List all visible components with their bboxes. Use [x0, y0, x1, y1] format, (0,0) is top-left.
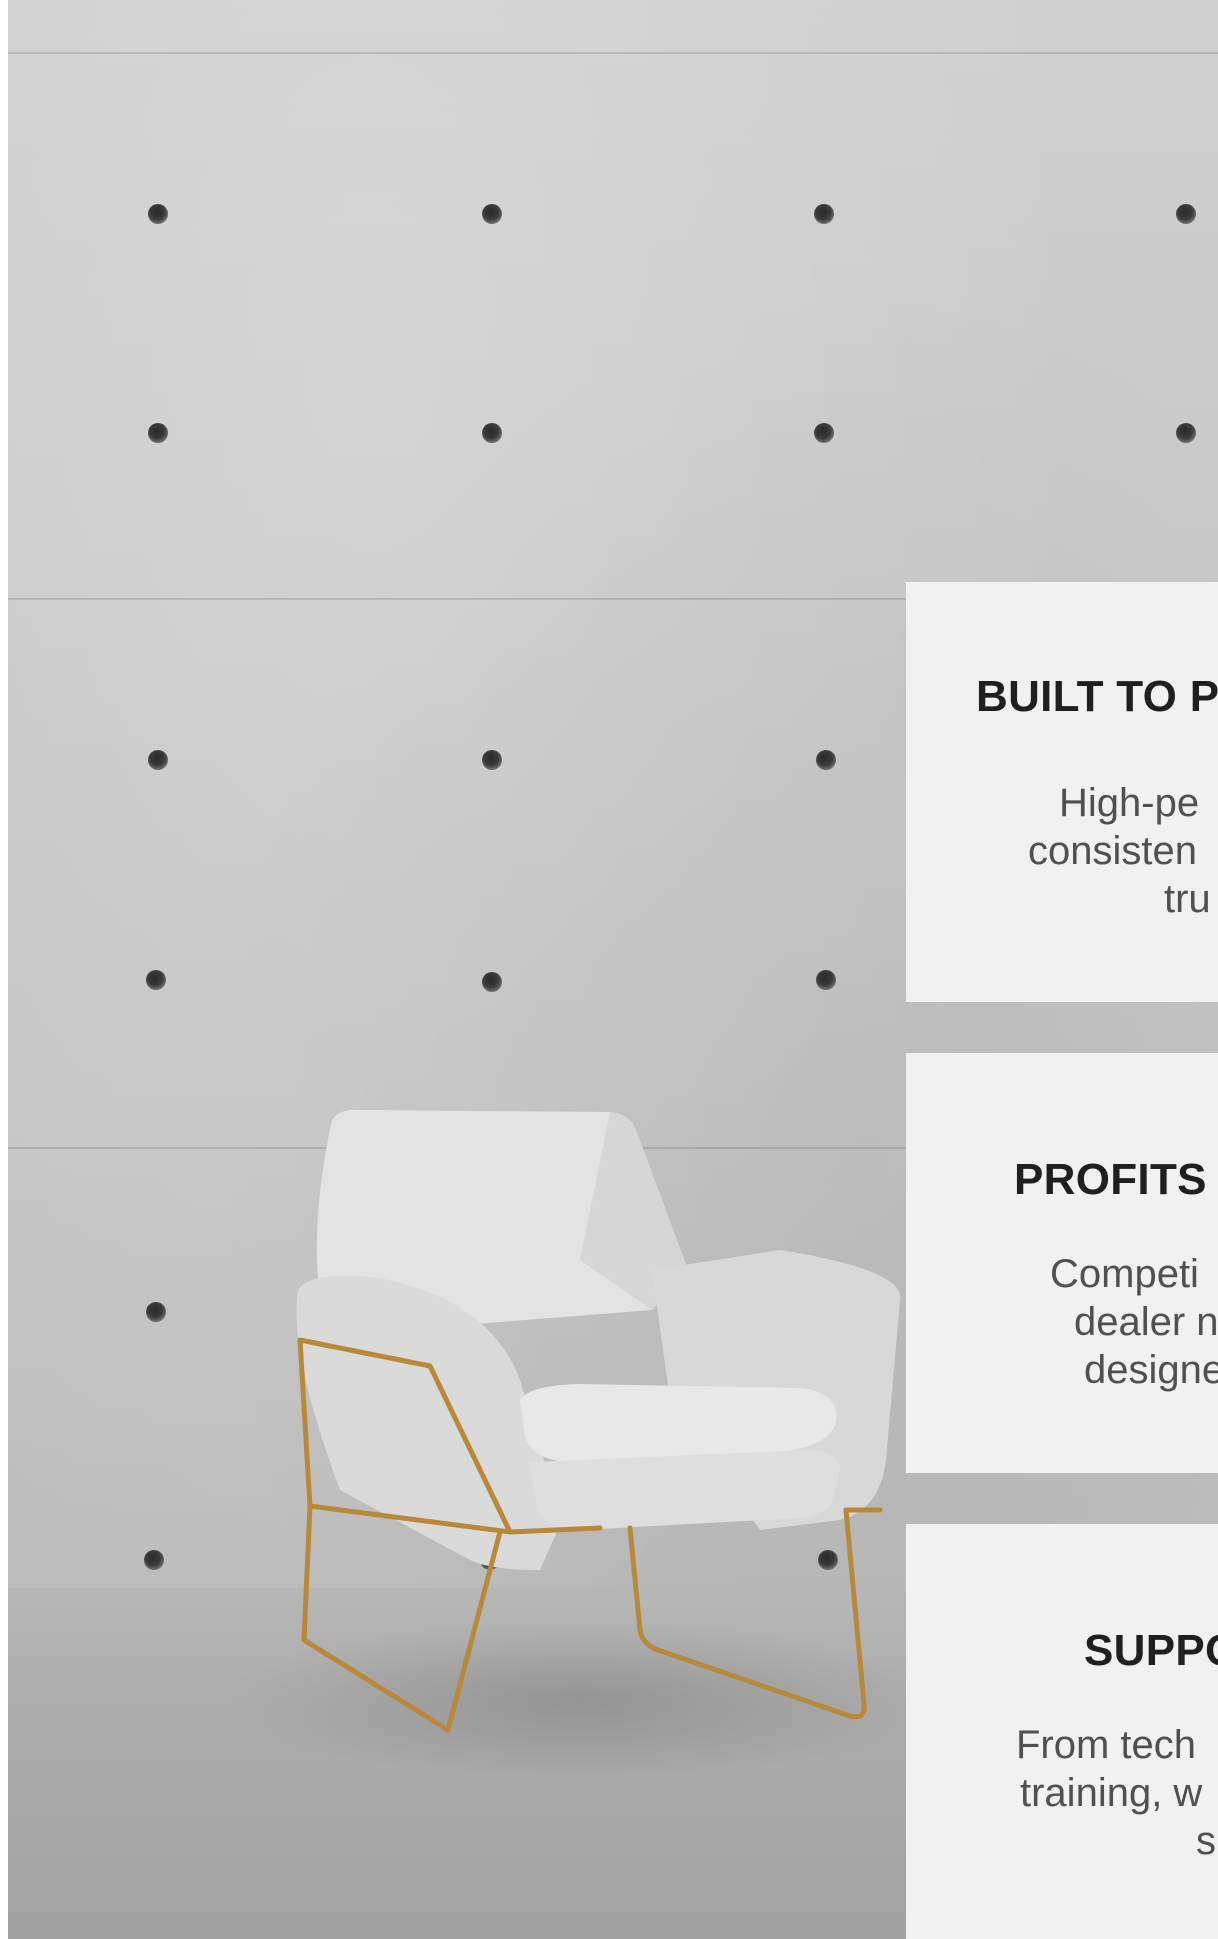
feature-card-text: High-pe	[1059, 781, 1200, 825]
wall-tie-hole	[482, 204, 502, 224]
chair-cushion	[520, 1384, 837, 1462]
feature-card-text: s	[1196, 1819, 1216, 1863]
feature-card-text: consisten	[1028, 829, 1197, 873]
chair-seat-base	[530, 1450, 840, 1531]
feature-card-text: dealer n	[1074, 1300, 1218, 1344]
wall-tie-hole	[482, 972, 502, 992]
feature-card-text: designe	[1084, 1348, 1218, 1392]
wall-tie-hole	[146, 970, 166, 990]
wall-tie-hole	[816, 750, 836, 770]
feature-card-support: SUPPO From tech training, w s	[906, 1524, 1218, 1939]
feature-card-text: Competi	[1050, 1252, 1199, 1296]
wall-tie-hole	[1176, 204, 1196, 224]
feature-card-text: training, w	[1020, 1771, 1203, 1815]
wall-tie-hole	[148, 423, 168, 443]
feature-card-text: tru	[1164, 877, 1211, 921]
wall-tie-hole	[814, 423, 834, 443]
wall-tie-hole	[482, 423, 502, 443]
feature-card-title: SUPPO	[1084, 1626, 1218, 1675]
feature-card-title: BUILT TO P	[976, 672, 1218, 721]
feature-card-quality: BUILT TO P High-pe consisten tru	[906, 582, 1218, 1002]
wall-tie-hole	[816, 970, 836, 990]
armchair-image	[296, 1109, 901, 1733]
wall-tie-hole	[814, 204, 834, 224]
feature-card-text: From tech	[1016, 1723, 1197, 1767]
wall-tie-hole	[144, 1550, 164, 1570]
wall-tie-hole	[148, 204, 168, 224]
feature-card-profits: PROFITS Competi dealer n designe	[906, 1053, 1218, 1473]
wall-tie-hole	[148, 750, 168, 770]
wall-tie-hole	[146, 1302, 166, 1322]
wall-tie-hole	[482, 750, 502, 770]
feature-card-title: PROFITS	[1014, 1155, 1207, 1204]
wall-tie-hole	[1176, 423, 1196, 443]
wall-seam	[8, 52, 1218, 54]
page: BUILT TO P High-pe consisten tru PROFITS…	[0, 0, 1218, 1939]
